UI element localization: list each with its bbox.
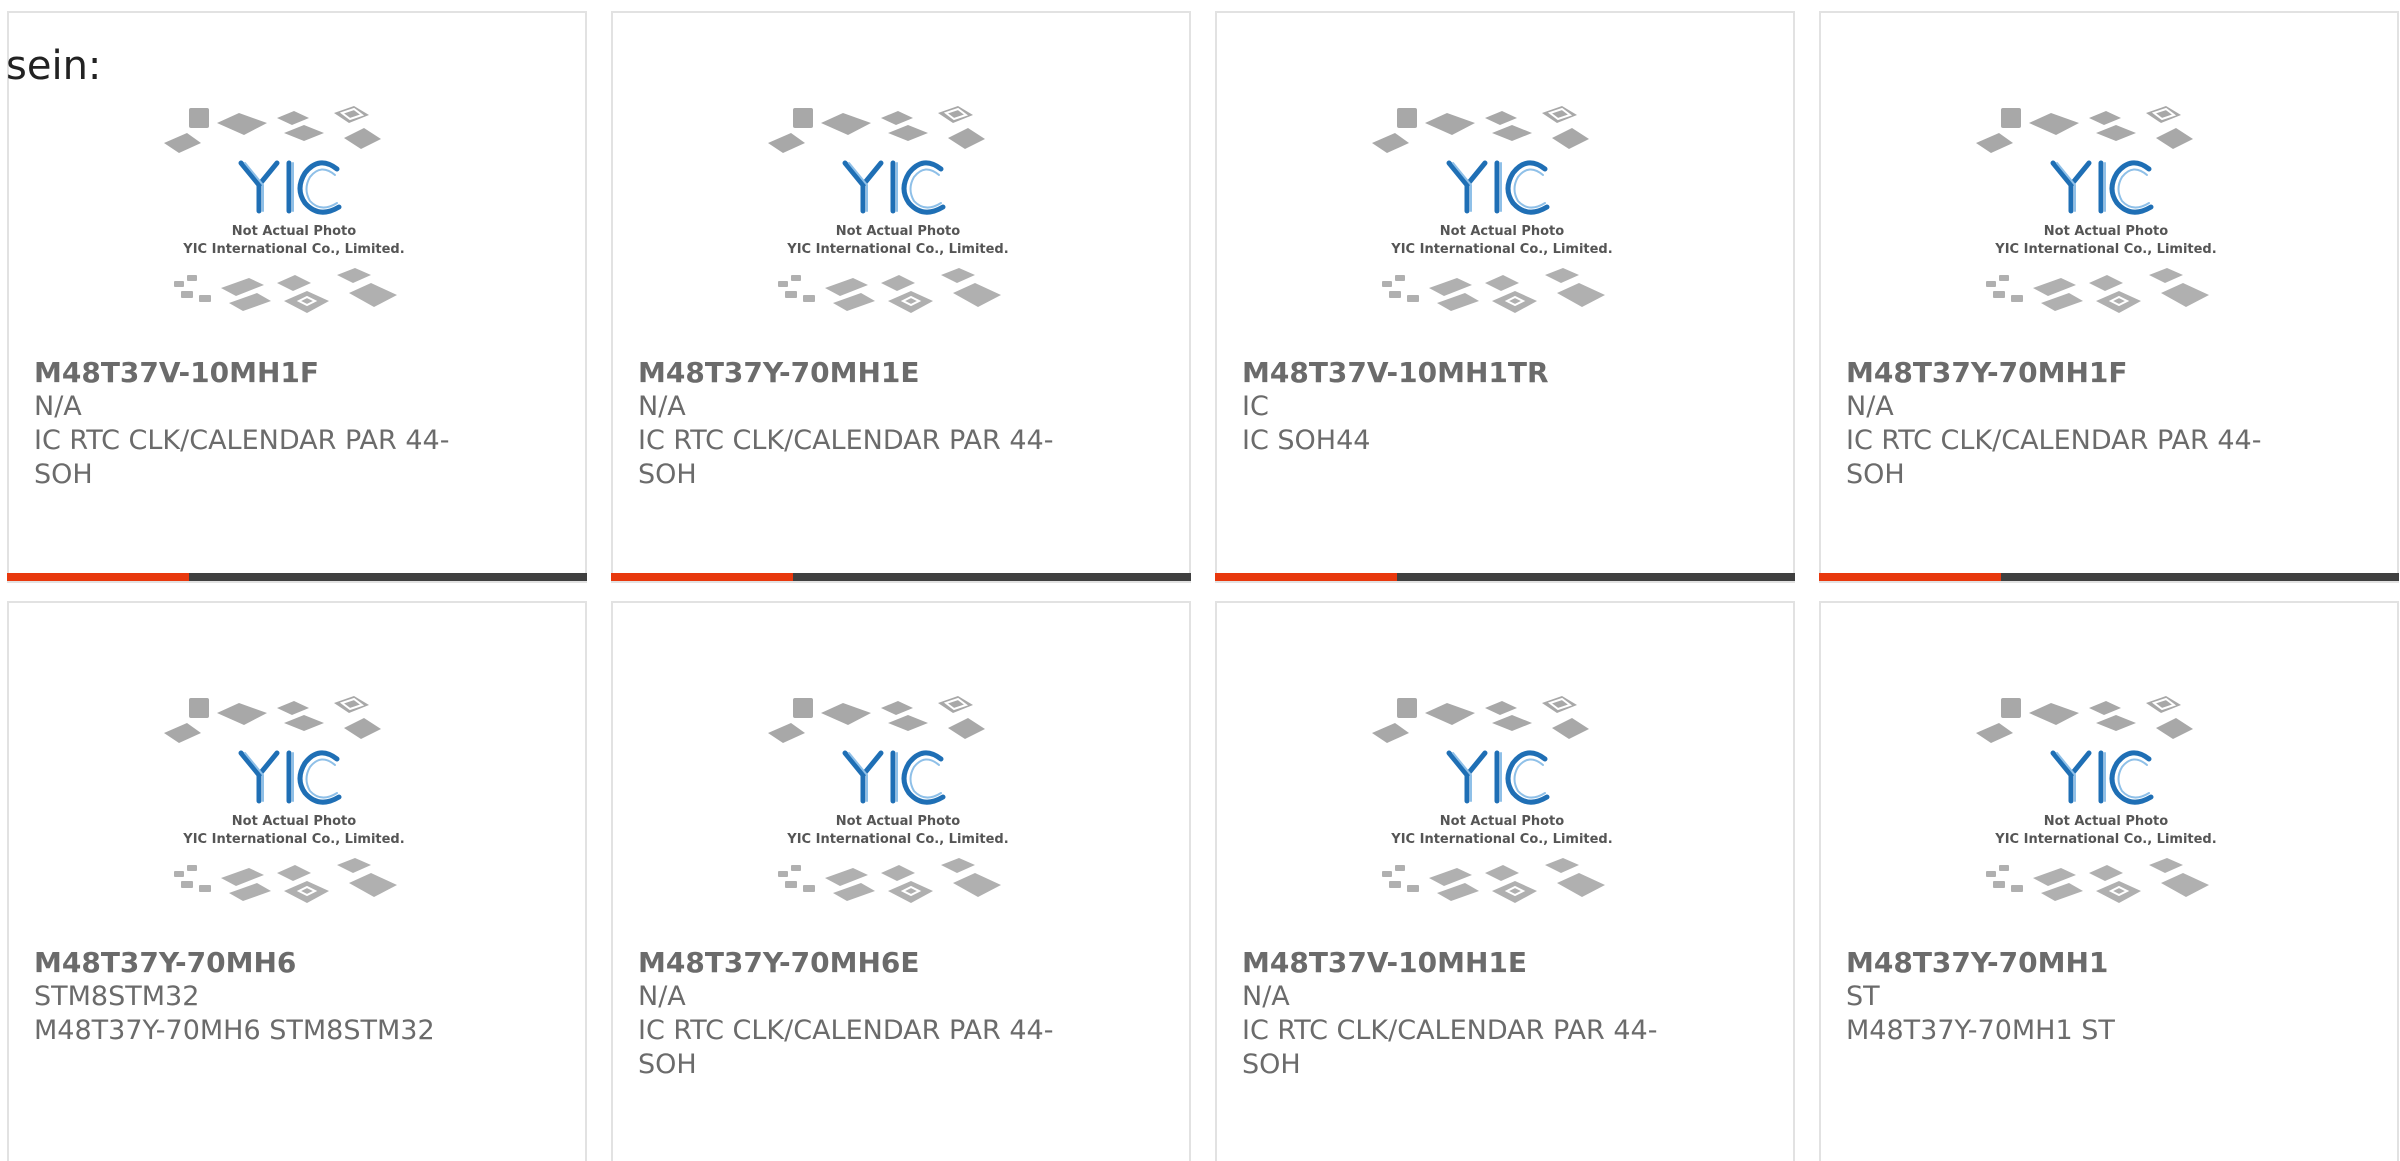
product-info: M48T37Y-70MH1E N/A IC RTC CLK/CALENDAR P… [638, 356, 1058, 492]
caption-line-2: YIC International Co., Limited. [1390, 832, 1612, 847]
product-image[interactable]: Not Actual Photo YIC International Co., … [1971, 693, 2241, 943]
intro-text: sein: [6, 43, 102, 89]
card-accent-bar [611, 573, 793, 581]
part-number-link[interactable]: M48T37Y-70MH1 [1846, 946, 2266, 980]
manufacturer-label: STM8STM32 [34, 981, 200, 1012]
product-description: IC RTC CLK/CALENDAR PAR 44-SOH [34, 425, 450, 490]
card-accent-bar [1819, 573, 2001, 581]
product-list-page: sein: Not Actual Photo YIC International… [0, 0, 2400, 1161]
caption-line-1: Not Actual Photo [1440, 814, 1564, 829]
not-actual-photo-image: Not Actual Photo YIC International Co., … [1372, 106, 1613, 313]
caption-line-2: YIC International Co., Limited. [1390, 242, 1612, 257]
product-card-1[interactable]: Not Actual Photo YIC International Co., … [7, 11, 587, 583]
not-actual-photo-image: Not Actual Photo YIC International Co., … [1976, 106, 2217, 313]
manufacturer-label: N/A [1846, 391, 1894, 422]
caption-line-2: YIC International Co., Limited. [786, 242, 1008, 257]
product-description: IC RTC CLK/CALENDAR PAR 44-SOH [1846, 425, 2262, 490]
product-image[interactable]: Not Actual Photo YIC International Co., … [159, 103, 429, 353]
part-number-link[interactable]: M48T37Y-70MH1F [1846, 356, 2266, 390]
card-accent-bar [7, 573, 189, 581]
caption-line-2: YIC International Co., Limited. [1994, 832, 2216, 847]
caption-line-1: Not Actual Photo [836, 224, 960, 239]
part-number-link[interactable]: M48T37V-10MH1TR [1242, 356, 1662, 390]
card-hover-bar [7, 573, 587, 581]
not-actual-photo-image: Not Actual Photo YIC International Co., … [164, 696, 405, 903]
caption-line-2: YIC International Co., Limited. [786, 832, 1008, 847]
product-card-2[interactable]: Not Actual Photo YIC International Co., … [611, 11, 1191, 583]
product-card-6[interactable]: Not Actual Photo YIC International Co., … [611, 601, 1191, 1161]
product-image[interactable]: Not Actual Photo YIC International Co., … [763, 693, 1033, 943]
not-actual-photo-image: Not Actual Photo YIC International Co., … [768, 106, 1009, 313]
product-info: M48T37Y-70MH6E N/A IC RTC CLK/CALENDAR P… [638, 946, 1058, 1082]
not-actual-photo-image: Not Actual Photo YIC International Co., … [768, 696, 1009, 903]
part-number-link[interactable]: M48T37Y-70MH1E [638, 356, 1058, 390]
caption-line-1: Not Actual Photo [1440, 224, 1564, 239]
manufacturer-label: N/A [638, 981, 686, 1012]
product-description: IC RTC CLK/CALENDAR PAR 44-SOH [638, 1015, 1054, 1080]
card-accent-bar [1215, 573, 1397, 581]
part-number-link[interactable]: M48T37V-10MH1F [34, 356, 454, 390]
manufacturer-label: N/A [1242, 981, 1290, 1012]
manufacturer-label: N/A [638, 391, 686, 422]
product-card-4[interactable]: Not Actual Photo YIC International Co., … [1819, 11, 2399, 583]
manufacturer-label: IC [1242, 391, 1269, 422]
product-info: M48T37Y-70MH6 STM8STM32 M48T37Y-70MH6 ST… [34, 946, 454, 1048]
product-image[interactable]: Not Actual Photo YIC International Co., … [1367, 103, 1637, 353]
product-description: M48T37Y-70MH1 ST [1846, 1015, 2115, 1046]
manufacturer-label: N/A [34, 391, 82, 422]
not-actual-photo-image: Not Actual Photo YIC International Co., … [164, 106, 405, 313]
manufacturer-label: ST [1846, 981, 1880, 1012]
product-description: IC RTC CLK/CALENDAR PAR 44-SOH [1242, 1015, 1658, 1080]
card-hover-bar [1215, 573, 1795, 581]
product-image[interactable]: Not Actual Photo YIC International Co., … [763, 103, 1033, 353]
caption-line-1: Not Actual Photo [836, 814, 960, 829]
card-hover-bar [1819, 573, 2399, 581]
part-number-link[interactable]: M48T37Y-70MH6 [34, 946, 454, 980]
caption-line-1: Not Actual Photo [232, 814, 356, 829]
product-card-7[interactable]: Not Actual Photo YIC International Co., … [1215, 601, 1795, 1161]
product-description: IC RTC CLK/CALENDAR PAR 44-SOH [638, 425, 1054, 490]
product-card-8[interactable]: Not Actual Photo YIC International Co., … [1819, 601, 2399, 1161]
caption-line-2: YIC International Co., Limited. [182, 832, 404, 847]
product-info: M48T37V-10MH1E N/A IC RTC CLK/CALENDAR P… [1242, 946, 1662, 1082]
not-actual-photo-image: Not Actual Photo YIC International Co., … [1976, 696, 2217, 903]
caption-line-2: YIC International Co., Limited. [1994, 242, 2216, 257]
caption-line-2: YIC International Co., Limited. [182, 242, 404, 257]
product-info: M48T37V-10MH1TR IC IC SOH44 [1242, 356, 1662, 458]
product-image[interactable]: Not Actual Photo YIC International Co., … [1971, 103, 2241, 353]
not-actual-photo-image: Not Actual Photo YIC International Co., … [1372, 696, 1613, 903]
caption-line-1: Not Actual Photo [2044, 224, 2168, 239]
product-info: M48T37Y-70MH1 ST M48T37Y-70MH1 ST [1846, 946, 2266, 1048]
caption-line-1: Not Actual Photo [2044, 814, 2168, 829]
product-image[interactable]: Not Actual Photo YIC International Co., … [159, 693, 429, 943]
product-info: M48T37V-10MH1F N/A IC RTC CLK/CALENDAR P… [34, 356, 454, 492]
product-description: IC SOH44 [1242, 425, 1371, 456]
card-hover-bar [611, 573, 1191, 581]
product-card-3[interactable]: Not Actual Photo YIC International Co., … [1215, 11, 1795, 583]
product-description: M48T37Y-70MH6 STM8STM32 [34, 1015, 435, 1046]
product-info: M48T37Y-70MH1F N/A IC RTC CLK/CALENDAR P… [1846, 356, 2266, 492]
product-grid: Not Actual Photo YIC International Co., … [7, 11, 2399, 1161]
product-image[interactable]: Not Actual Photo YIC International Co., … [1367, 693, 1637, 943]
caption-line-1: Not Actual Photo [232, 224, 356, 239]
product-card-5[interactable]: Not Actual Photo YIC International Co., … [7, 601, 587, 1161]
part-number-link[interactable]: M48T37Y-70MH6E [638, 946, 1058, 980]
part-number-link[interactable]: M48T37V-10MH1E [1242, 946, 1662, 980]
